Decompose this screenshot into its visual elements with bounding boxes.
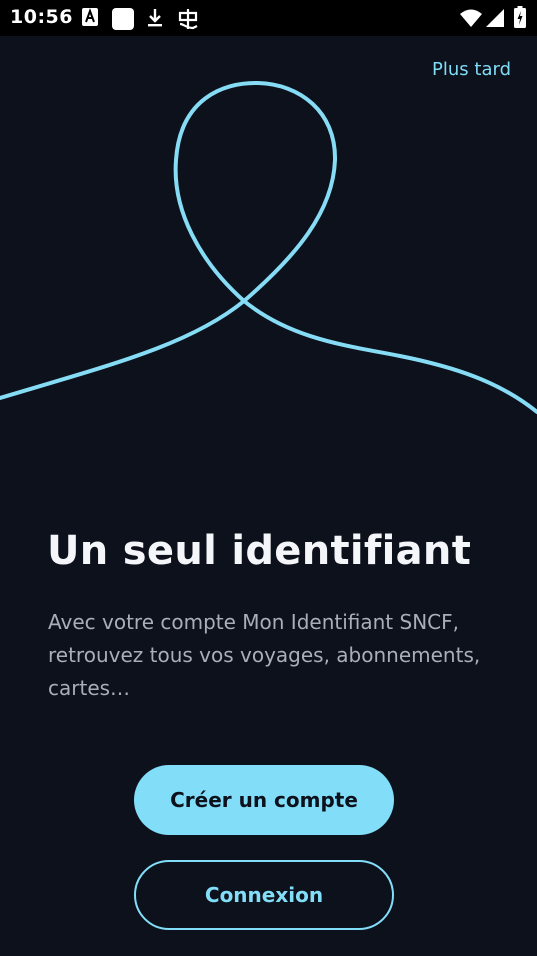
download-icon xyxy=(148,9,162,27)
battery-icon xyxy=(514,6,526,28)
page-title: Un seul identifiant xyxy=(47,528,472,574)
app-glyph-icon xyxy=(178,9,198,30)
status-time: 10:56 xyxy=(10,6,73,28)
wifi-icon xyxy=(460,9,482,27)
status-bar: 10:56 xyxy=(0,0,537,36)
create-account-button[interactable]: Créer un compte xyxy=(134,765,394,835)
login-button[interactable]: Connexion xyxy=(134,860,394,930)
font-a-icon xyxy=(82,8,98,26)
signal-icon xyxy=(486,9,504,27)
loop-line-illustration xyxy=(0,80,537,414)
blank-square-icon xyxy=(112,8,134,30)
description-text: Avec votre compte Mon Identifiant SNCF, … xyxy=(48,610,481,700)
